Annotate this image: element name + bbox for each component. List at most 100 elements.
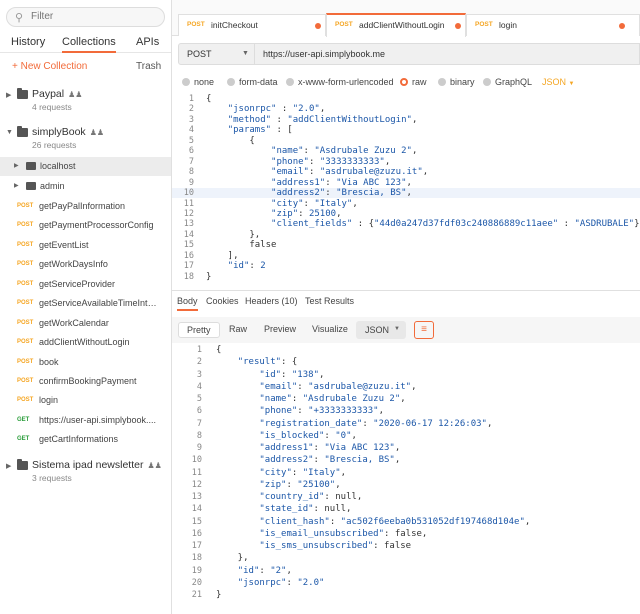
request-label: getWorkCalendar bbox=[39, 318, 109, 328]
body-format-value: JSON bbox=[542, 77, 567, 87]
code-text: "phone": "+3333333333", bbox=[259, 406, 385, 417]
request-item[interactable]: POST book bbox=[0, 353, 171, 372]
radio-graphql[interactable]: GraphQL bbox=[483, 77, 532, 87]
request-item[interactable]: POST getEventList bbox=[0, 236, 171, 255]
collection-simplybook[interactable]: ▼ simplyBook ♟♟ 26 requests bbox=[0, 126, 171, 152]
wrap-lines-icon[interactable]: ≡ bbox=[414, 321, 434, 339]
request-item[interactable]: POST getPaymentProcessorConfig bbox=[0, 216, 171, 235]
code-line: 11 "city": "Italy", bbox=[172, 199, 640, 209]
line-number: 12 bbox=[191, 479, 202, 490]
url-input[interactable]: https://user-api.simplybook.me bbox=[255, 43, 640, 65]
view-preview-button[interactable]: Preview bbox=[264, 322, 296, 338]
request-item[interactable]: GET https://user-api.simplybook.... bbox=[0, 411, 171, 430]
tab-history[interactable]: History bbox=[11, 36, 45, 48]
radio-binary[interactable]: binary bbox=[438, 77, 475, 87]
response-format-select[interactable]: JSON ▼ bbox=[356, 321, 406, 339]
view-visualize-button[interactable]: Visualize bbox=[312, 322, 348, 338]
folder-label: localhost bbox=[40, 161, 76, 171]
new-collection-button[interactable]: + New Collection bbox=[12, 61, 87, 72]
request-item[interactable]: POST getWorkCalendar bbox=[0, 314, 171, 333]
folder-icon bbox=[17, 459, 28, 470]
view-pretty-button[interactable]: Pretty bbox=[178, 322, 220, 338]
search-input[interactable] bbox=[31, 11, 151, 22]
collection-paypal[interactable]: ▶ Paypal ♟♟ 4 requests bbox=[0, 88, 171, 114]
code-text: } bbox=[206, 271, 212, 282]
method-badge: POST bbox=[17, 339, 34, 345]
tab-initcheckout[interactable]: POST initCheckout bbox=[178, 14, 326, 36]
line-number: 1 bbox=[188, 94, 194, 104]
radio-none[interactable]: none bbox=[182, 77, 214, 87]
line-number: 9 bbox=[196, 443, 202, 453]
collection-name: Sistema ipad newsletter bbox=[32, 459, 144, 471]
method-value: POST bbox=[187, 49, 212, 59]
tab-body[interactable]: Body bbox=[177, 296, 198, 311]
response-line: 5 "name": "Asdrubale Zuzu 2", bbox=[172, 394, 640, 406]
tab-addclientwithoutlogin[interactable]: POST addClientWithoutLogin bbox=[326, 13, 466, 37]
code-text: }, bbox=[216, 553, 249, 564]
request-item[interactable]: GET getCartInformations bbox=[0, 430, 171, 449]
response-line: 21} bbox=[172, 590, 640, 602]
code-line: 6 "name": "Asdrubale Zuzu 2", bbox=[172, 146, 640, 156]
body-format-select[interactable]: JSON ▼ bbox=[542, 77, 574, 87]
trash-button[interactable]: Trash bbox=[136, 61, 161, 72]
line-number: 13 bbox=[183, 219, 194, 230]
tab-apis[interactable]: APIs bbox=[136, 36, 159, 48]
response-line: 19 "id": "2", bbox=[172, 566, 640, 578]
line-number: 2 bbox=[196, 357, 202, 368]
collection-sistema-ipad-newsletter[interactable]: ▶ Sistema ipad newsletter ♟♟ 3 requests bbox=[0, 459, 171, 485]
method-badge: GET bbox=[17, 436, 30, 442]
code-text: "city": "Italy", bbox=[259, 467, 347, 478]
method-select[interactable]: POST ▼ bbox=[178, 43, 255, 65]
response-line: 7 "registration_date": "2020-06-17 12:26… bbox=[172, 419, 640, 431]
line-number: 9 bbox=[188, 177, 194, 188]
request-label: getWorkDaysInfo bbox=[39, 259, 108, 269]
line-number: 3 bbox=[188, 114, 194, 125]
line-number: 4 bbox=[188, 125, 194, 136]
code-text: "city": "Italy", bbox=[271, 198, 358, 209]
request-item[interactable]: POST getPayPalInformation bbox=[0, 197, 171, 216]
code-text: "client_hash": "ac502f6eeba0b531052df197… bbox=[259, 516, 531, 527]
request-label: confirmBookingPayment bbox=[39, 376, 137, 386]
pane-divider[interactable] bbox=[172, 290, 640, 291]
collection-name: simplyBook bbox=[32, 126, 86, 138]
request-item[interactable]: POST confirmBookingPayment bbox=[0, 372, 171, 391]
line-number: 2 bbox=[188, 104, 194, 115]
request-item[interactable]: POST getServiceProvider bbox=[0, 275, 171, 294]
request-item[interactable]: POST getWorkDaysInfo bbox=[0, 255, 171, 274]
tab-test-results[interactable]: Test Results bbox=[305, 296, 354, 306]
response-line: 9 "address1": "Via ABC 123", bbox=[172, 443, 640, 455]
response-body-viewer[interactable]: 1{2 "result": {3 "id": "138", 4 "email": … bbox=[172, 345, 640, 600]
line-number: 1 bbox=[196, 345, 202, 355]
code-line: 15 false bbox=[172, 240, 640, 250]
response-line: 1{ bbox=[172, 345, 640, 357]
request-body-editor[interactable]: 1{2 "jsonrpc" : "2.0", 3 "method" : "addC… bbox=[172, 94, 640, 286]
request-label: book bbox=[39, 357, 59, 367]
search-box[interactable]: ⚲ bbox=[6, 7, 165, 27]
code-line: 5 { bbox=[172, 136, 640, 146]
tab-collections[interactable]: Collections bbox=[62, 36, 116, 53]
folder-item-localhost[interactable]: ▶ localhost bbox=[0, 157, 171, 176]
code-text: "name": "Asdrubale Zuzu 2", bbox=[271, 146, 418, 157]
unsaved-dot-icon bbox=[619, 23, 625, 29]
collection-name: Paypal bbox=[32, 88, 65, 100]
response-line: 17 "is_sms_unsubscribed": false bbox=[172, 541, 640, 553]
request-item[interactable]: POST addClientWithoutLogin bbox=[0, 333, 171, 352]
code-line: 13 "client_fields" : {"44d0a247d37fdf03c… bbox=[172, 219, 640, 229]
radio-icon bbox=[483, 78, 491, 86]
tab-headers[interactable]: Headers (10) bbox=[245, 296, 298, 306]
radio-x-www-form-urlencoded[interactable]: x-www-form-urlencoded bbox=[286, 77, 394, 87]
radio-icon bbox=[182, 78, 190, 86]
view-raw-button[interactable]: Raw bbox=[229, 322, 247, 338]
radio-form-data[interactable]: form-data bbox=[227, 77, 278, 87]
line-number: 11 bbox=[191, 467, 202, 478]
code-text: "is_sms_unsubscribed": false bbox=[259, 541, 412, 551]
folder-item-admin[interactable]: ▶ admin bbox=[0, 177, 171, 196]
code-line: 4 "params" : [ bbox=[172, 125, 640, 135]
request-item[interactable]: POST login bbox=[0, 391, 171, 410]
code-line: 10 "address2": "Brescia, BS", bbox=[172, 188, 640, 199]
request-item[interactable]: POST getServiceAvailableTimeInter... bbox=[0, 294, 171, 313]
line-number: 6 bbox=[188, 146, 194, 157]
tab-login[interactable]: POST login bbox=[466, 14, 640, 36]
tab-cookies[interactable]: Cookies bbox=[206, 296, 239, 306]
radio-raw[interactable]: raw bbox=[400, 77, 427, 87]
